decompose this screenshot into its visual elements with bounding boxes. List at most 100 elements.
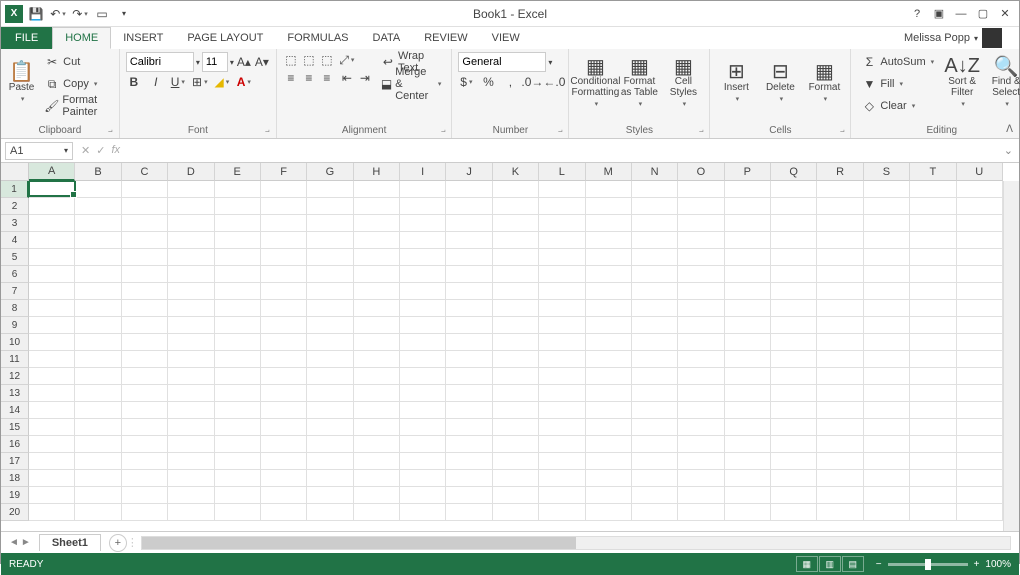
cell[interactable] [354,232,400,249]
cell[interactable] [632,470,678,487]
cell[interactable] [493,283,539,300]
cell[interactable] [678,436,724,453]
sort-filter-button[interactable]: A↓ZSort & Filter [942,52,982,114]
cell[interactable] [771,300,817,317]
cell[interactable] [307,402,353,419]
cell[interactable] [725,470,771,487]
merge-center-button[interactable]: ⬓Merge & Center [377,74,446,94]
cell[interactable] [29,283,75,300]
cell[interactable] [957,283,1003,300]
cell[interactable] [771,249,817,266]
cell[interactable] [446,181,492,198]
cell[interactable] [493,453,539,470]
cell[interactable] [725,283,771,300]
cell[interactable] [957,215,1003,232]
cell[interactable] [539,351,585,368]
cell[interactable] [168,198,214,215]
align-bottom-icon[interactable]: ⬚ [319,52,335,68]
cell[interactable] [539,181,585,198]
cell[interactable] [400,385,446,402]
cell[interactable] [864,215,910,232]
cell[interactable] [493,266,539,283]
cell[interactable] [400,317,446,334]
cell[interactable] [678,453,724,470]
cell[interactable] [539,402,585,419]
row-header-4[interactable]: 4 [1,232,29,249]
cell[interactable] [400,232,446,249]
cell[interactable] [354,351,400,368]
save-icon[interactable]: 💾 [27,5,45,23]
font-name-dropdown-icon[interactable]: ▾ [196,58,200,67]
cell[interactable] [122,368,168,385]
cell[interactable] [957,470,1003,487]
ribbon-options-icon[interactable]: ▣ [929,5,949,23]
cell[interactable] [817,300,863,317]
cell[interactable] [864,402,910,419]
cell[interactable] [864,198,910,215]
cell[interactable] [122,487,168,504]
row-header-11[interactable]: 11 [1,351,29,368]
column-header-D[interactable]: D [168,163,214,181]
cancel-formula-icon[interactable]: ✕ [81,144,90,157]
cell[interactable] [910,317,956,334]
cell[interactable] [910,487,956,504]
cell[interactable] [493,470,539,487]
cell[interactable] [307,368,353,385]
cell[interactable] [771,317,817,334]
cell[interactable] [29,453,75,470]
cell[interactable] [910,249,956,266]
cell[interactable] [725,300,771,317]
cell[interactable] [632,283,678,300]
cell[interactable] [493,334,539,351]
cell[interactable] [307,453,353,470]
percent-format-icon[interactable]: % [480,74,496,90]
cell[interactable] [446,215,492,232]
cell[interactable] [771,504,817,521]
cell[interactable] [725,198,771,215]
zoom-in-icon[interactable]: + [974,559,980,570]
cell[interactable] [122,334,168,351]
cell[interactable] [817,249,863,266]
cell[interactable] [771,334,817,351]
find-select-button[interactable]: 🔍Find & Select [986,52,1020,114]
cell[interactable] [75,198,121,215]
cell[interactable] [725,402,771,419]
cell[interactable] [122,283,168,300]
zoom-level[interactable]: 100% [985,559,1011,570]
tab-review[interactable]: REVIEW [412,27,479,49]
cell[interactable] [586,283,632,300]
cell[interactable] [307,470,353,487]
cell[interactable] [168,453,214,470]
cell[interactable] [957,317,1003,334]
cell[interactable] [400,470,446,487]
cell[interactable] [817,504,863,521]
cell[interactable] [910,334,956,351]
cell[interactable] [957,181,1003,198]
cell[interactable] [725,334,771,351]
cell[interactable] [400,453,446,470]
cell[interactable] [771,453,817,470]
cell[interactable] [354,368,400,385]
cell[interactable] [307,198,353,215]
cell[interactable] [817,317,863,334]
cell[interactable] [586,368,632,385]
close-icon[interactable]: ✕ [995,5,1015,23]
cell[interactable] [307,232,353,249]
decrease-font-icon[interactable]: A▾ [254,54,270,70]
bold-icon[interactable]: B [126,74,142,90]
cell[interactable] [307,181,353,198]
cell[interactable] [446,283,492,300]
cell[interactable] [354,470,400,487]
cell[interactable] [168,419,214,436]
cell[interactable] [261,181,307,198]
cell[interactable] [910,402,956,419]
page-break-view-icon[interactable]: ▤ [842,556,864,572]
expand-formula-bar-icon[interactable]: ⌄ [998,144,1019,157]
cell[interactable] [122,249,168,266]
cell[interactable] [632,317,678,334]
cell[interactable] [493,368,539,385]
tab-data[interactable]: DATA [361,27,413,49]
cell[interactable] [493,504,539,521]
cell[interactable] [632,266,678,283]
cell[interactable] [75,334,121,351]
